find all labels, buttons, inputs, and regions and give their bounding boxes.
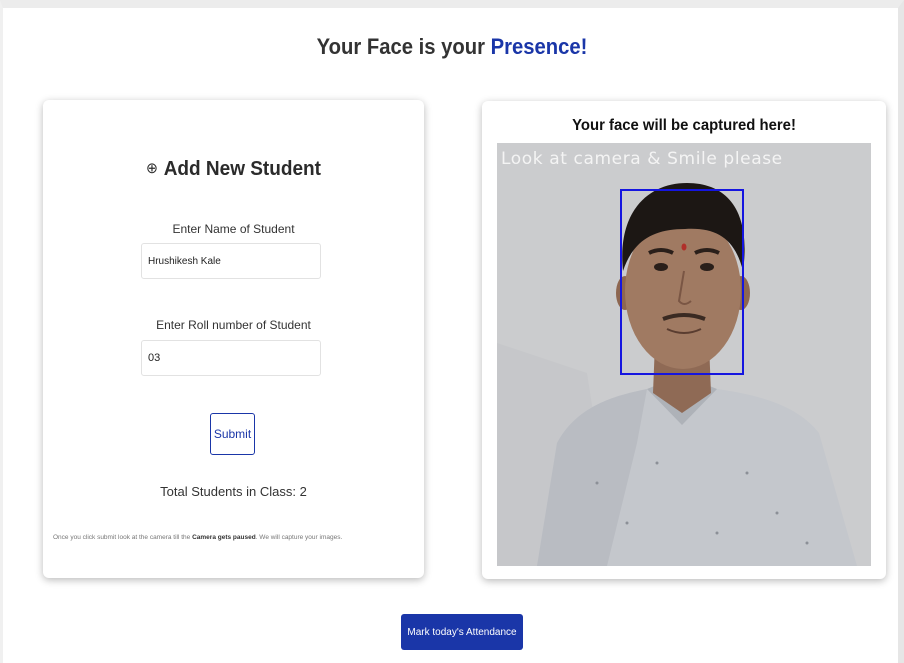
camera-overlay-text: Look at camera & Smile please [501,149,783,169]
roll-number-label: Enter Roll number of Student [156,318,311,332]
student-name-input[interactable] [141,243,321,279]
footnote-text-end: . We will capture your images. [255,534,343,541]
page-title: Your Face is your Presence! [36,34,868,60]
add-circle-icon: ⊕ [146,160,158,177]
camera-card: Your face will be captured here! Look at… [482,101,886,579]
footnote-text-bold: Camera gets paused [192,534,256,541]
camera-feed: Look at camera & Smile please [497,143,871,566]
roll-number-input[interactable] [141,340,321,376]
capture-footnote: Once you click submit look at the camera… [53,534,423,541]
footnote-text-start: Once you click submit look at the camera… [53,534,193,541]
total-students-text: Total Students in Class: 2 [160,484,307,499]
mark-attendance-button[interactable]: Mark today's Attendance [401,614,523,650]
face-detection-box [620,189,744,375]
page-title-accent: Presence! [490,34,588,59]
camera-caption: Your face will be captured here! [572,117,796,134]
submit-button[interactable]: Submit [210,413,255,455]
name-label: Enter Name of Student [172,222,295,236]
form-heading: ⊕ Add New Student [53,158,415,181]
form-heading-text: Add New Student [163,158,321,180]
page-title-text: Your Face is your [316,34,491,59]
add-student-card: ⊕ Add New Student Enter Name of Student E… [43,100,424,578]
